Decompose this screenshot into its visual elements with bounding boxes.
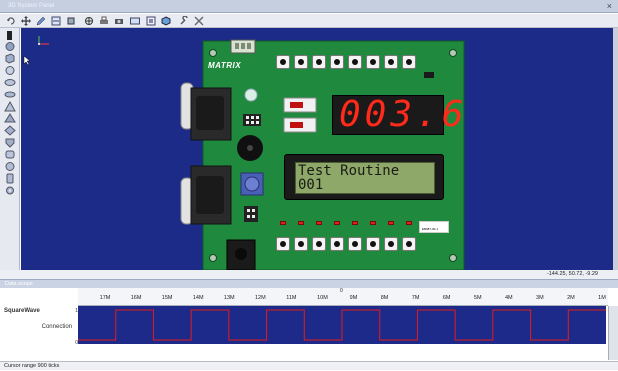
shield-icon[interactable] [4, 137, 16, 148]
torus-icon[interactable] [4, 89, 16, 100]
ruler-tick-label: 10M [317, 295, 328, 301]
scope-time-ruler[interactable]: 0 17M 16M 15M 14M 13M 12M 11M 10M 9M 8M 7M 6M 5M 4M 3M… [78, 288, 608, 306]
cube-icon[interactable] [161, 16, 171, 26]
capsule-icon[interactable] [4, 161, 16, 172]
print-icon[interactable] [99, 16, 109, 26]
cylinder-icon[interactable] [4, 149, 16, 160]
bottom-push-button-6[interactable] [384, 237, 398, 251]
ruler-tick-label: 17M [99, 295, 111, 301]
shape-sidebar [0, 28, 20, 270]
viewport-scrollbar[interactable] [613, 28, 618, 270]
ruler-tick-label: 13M [223, 295, 235, 301]
top-push-button-2[interactable] [312, 55, 326, 69]
board-label: EB087-00-1 [419, 221, 449, 233]
top-push-button-6[interactable] [384, 55, 398, 69]
board-led-1 [298, 221, 304, 225]
top-push-button-3[interactable] [330, 55, 344, 69]
ruler-tick-label: 5M [473, 295, 482, 301]
scope-labels: SquareWave Connection 1 0 [0, 306, 78, 360]
lcd-line-2: 001 [298, 177, 324, 193]
status-led [244, 88, 258, 102]
board-led-5 [370, 221, 376, 225]
cube-shape-icon[interactable] [4, 53, 16, 64]
board-led-6 [388, 221, 394, 225]
bottom-push-button-5[interactable] [366, 237, 380, 251]
wrench-icon[interactable] [179, 16, 189, 26]
gear-shape-icon[interactable] [4, 185, 16, 196]
pan-icon[interactable] [84, 16, 94, 26]
bottom-push-button-7[interactable] [402, 237, 416, 251]
top-push-button-7[interactable] [402, 55, 416, 69]
board-code: EB087-00-1 [422, 227, 439, 231]
seven-segment-value: 003.6 [339, 94, 468, 135]
bottom-push-button-4[interactable] [348, 237, 362, 251]
board-led-0 [280, 221, 286, 225]
scope-marker[interactable]: 0 [340, 288, 343, 294]
pencil-icon[interactable] [36, 16, 46, 26]
ruler-tick-label: 14M [192, 295, 204, 301]
data-scope: 0 17M 16M 15M 14M 13M 12M 11M 10M 9M 8M 7M 6M 5M 4M 3M… [0, 288, 618, 360]
brand-logo: MATRIX [208, 61, 242, 70]
top-push-button-1[interactable] [294, 55, 308, 69]
top-push-button-4[interactable] [348, 55, 362, 69]
mouse-cursor-icon [23, 55, 31, 66]
squarewave-trace [78, 309, 606, 341]
bottom-push-button-0[interactable] [276, 237, 290, 251]
undo-icon[interactable] [6, 16, 16, 26]
ruler-tick-label: 1M [598, 295, 606, 301]
bottom-push-button-2[interactable] [312, 237, 326, 251]
lcd-line-1: Test Routine [298, 163, 400, 179]
3d-viewport[interactable]: MATRIX 003.6 Test Routine 001 EB087-00-1 [21, 28, 618, 270]
ellipse-icon[interactable] [4, 77, 16, 88]
ruler-tick-label: 3M [536, 295, 544, 301]
ruler-tick-label: 15M [161, 295, 173, 301]
bottom-push-button-3[interactable] [330, 237, 344, 251]
ruler-tick-label: 9M [349, 295, 358, 301]
tools-icon[interactable] [194, 16, 204, 26]
pointer-tool-icon[interactable] [4, 30, 16, 41]
diamond-icon[interactable] [4, 125, 16, 136]
trace-label: Connection [41, 324, 72, 330]
scope-scrollbar[interactable] [608, 306, 618, 360]
ruler-tick-label: 2M [567, 295, 575, 301]
toolbar [0, 14, 618, 28]
scope-panel-title: Data scope [0, 279, 618, 288]
move-icon[interactable] [21, 16, 31, 26]
disc-icon[interactable] [4, 65, 16, 76]
ruler-tick-label: 7M [411, 295, 420, 301]
window-titlebar: 3D System Panel × [0, 0, 618, 13]
scope-plot[interactable] [78, 306, 606, 344]
pyramid-icon[interactable] [4, 113, 16, 124]
lcd-module: Test Routine 001 [284, 154, 444, 200]
box-icon[interactable] [146, 16, 156, 26]
ruler-tick-label: 8M [380, 295, 389, 301]
window-title: 3D System Panel [8, 3, 55, 9]
component-icon[interactable] [66, 16, 76, 26]
board-led-7 [406, 221, 412, 225]
ruler-tick-label: 12M [254, 295, 266, 301]
bottom-push-button-1[interactable] [294, 237, 308, 251]
ruler-tick-label: 4M [504, 295, 513, 301]
top-push-button-5[interactable] [366, 55, 380, 69]
ruler-tick-label: 16M [130, 295, 142, 301]
cone-icon[interactable] [4, 101, 16, 112]
ruler-tick-label: 6M [442, 295, 451, 301]
tube-icon[interactable] [4, 173, 16, 184]
board-led-3 [334, 221, 340, 225]
axis-indicator-icon [38, 36, 49, 45]
view-icon[interactable] [130, 16, 140, 26]
lcd-screen: Test Routine 001 [295, 162, 435, 194]
seven-segment-display: 003.6 [332, 95, 463, 135]
sphere-icon[interactable] [4, 41, 16, 52]
status-bar: Cursor range 900 ticks [0, 361, 618, 370]
board-led-4 [352, 221, 358, 225]
top-push-button-0[interactable] [276, 55, 290, 69]
close-icon[interactable]: × [607, 0, 612, 12]
wire-icon[interactable] [51, 16, 61, 26]
board-led-2 [316, 221, 322, 225]
ruler-tick-label: 11M [286, 295, 297, 301]
coordinate-readout: -144.25, 50.72, -9.29 [0, 270, 618, 279]
series-name: SquareWave [4, 308, 40, 314]
camera-icon[interactable] [114, 16, 124, 26]
